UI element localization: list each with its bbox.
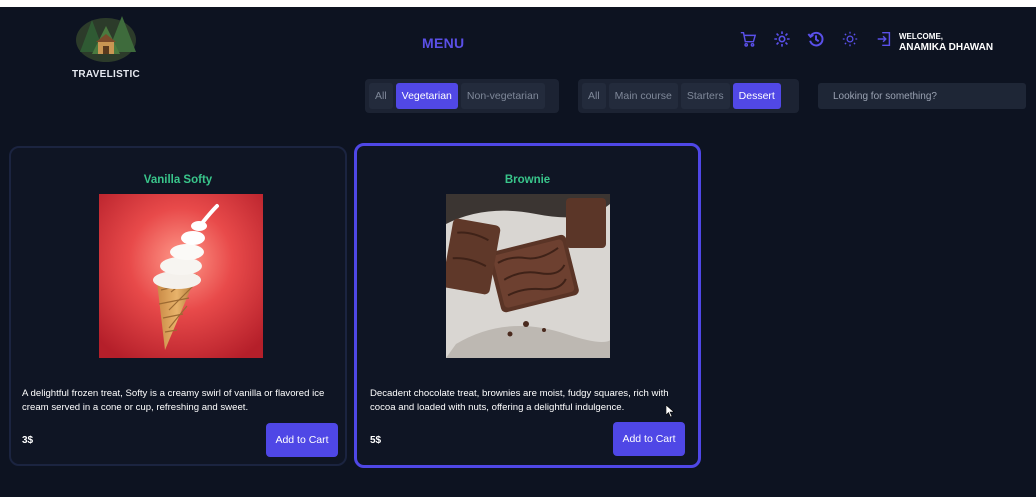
- diet-filter-vegetarian[interactable]: Vegetarian: [395, 83, 458, 109]
- header-toolbar: [738, 29, 894, 49]
- sun-icon[interactable]: [840, 29, 860, 49]
- item-price: 5$: [370, 435, 382, 446]
- course-filter-dessert[interactable]: Dessert: [732, 83, 781, 109]
- add-to-cart-button[interactable]: Add to Cart: [266, 423, 338, 457]
- item-description: Decadent chocolate treat, brownies are m…: [370, 388, 669, 413]
- gear-icon[interactable]: [772, 29, 792, 49]
- search-input[interactable]: [831, 89, 1013, 103]
- page-title: MENU: [422, 35, 465, 51]
- course-filter-group: All Main course Starters Dessert: [578, 79, 799, 113]
- item-title: Vanilla Softy: [143, 174, 213, 186]
- cart-icon[interactable]: [738, 29, 758, 49]
- window-top-edge: [0, 0, 1036, 7]
- logo-house-icon: [76, 16, 136, 62]
- diet-filter-non-vegetarian[interactable]: Non-vegetarian: [460, 83, 545, 109]
- menu-item-card[interactable]: Vanilla Softy A delightful frozen treat,…: [9, 146, 347, 466]
- item-title: Brownie: [504, 174, 551, 186]
- course-filter-all[interactable]: All: [582, 83, 606, 109]
- diet-filter-group: All Vegetarian Non-vegetarian: [365, 79, 559, 113]
- item-price: 3$: [22, 435, 34, 446]
- menu-item-card-selected[interactable]: Brownie Decadent chocolate treat, browni…: [354, 143, 701, 468]
- history-icon[interactable]: [806, 29, 826, 49]
- brand-name: TRAVELISTIC: [71, 69, 141, 80]
- diet-filter-all[interactable]: All: [369, 83, 393, 109]
- mouse-pointer-icon: [666, 405, 675, 417]
- course-filter-main-course[interactable]: Main course: [608, 83, 678, 109]
- search-box: [818, 83, 1026, 109]
- course-filter-starters[interactable]: Starters: [680, 83, 730, 109]
- item-image-ice-cream: [99, 194, 263, 358]
- welcome-block: WELCOME, ANAMIKA DHAWAN: [899, 32, 993, 54]
- brand-logo[interactable]: TRAVELISTIC: [66, 12, 146, 80]
- welcome-label: WELCOME,: [899, 32, 943, 41]
- item-description: A delightful frozen treat, Softy is a cr…: [22, 388, 325, 413]
- item-image-brownie: [446, 194, 610, 358]
- add-to-cart-button[interactable]: Add to Cart: [613, 422, 685, 456]
- logout-icon[interactable]: [874, 29, 894, 49]
- user-name: ANAMIKA DHAWAN: [899, 41, 994, 53]
